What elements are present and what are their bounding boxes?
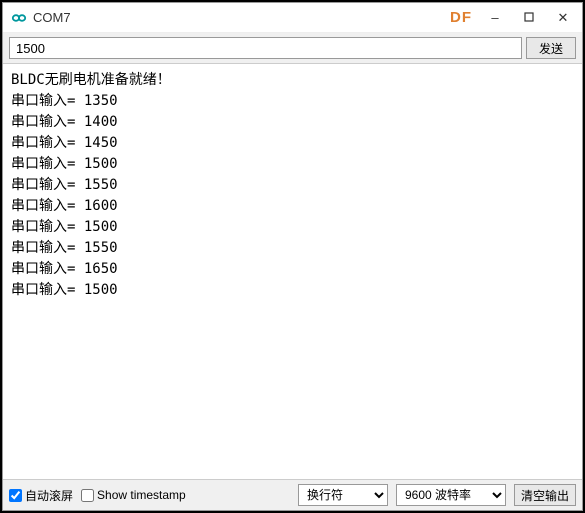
window-controls: – ✕ [478,5,580,31]
autoscroll-checkbox-wrap[interactable]: 自动滚屏 [9,487,73,504]
output-line: 串口输入= 1500 [11,217,574,238]
output-line: 串口输入= 1650 [11,259,574,280]
clear-output-button[interactable]: 清空输出 [514,484,576,506]
watermark: DF [450,9,472,26]
autoscroll-label: 自动滚屏 [25,487,73,504]
output-line: 串口输入= 1600 [11,196,574,217]
output-header-line: BLDC无刷电机准备就绪！ [11,70,574,91]
line-ending-select[interactable]: 换行符 [298,484,388,506]
maximize-icon [524,10,534,25]
bottom-bar: 自动滚屏 Show timestamp 换行符 9600 波特率 清空输出 [3,480,582,510]
close-icon: ✕ [558,10,569,26]
titlebar: COM7 DF – ✕ [3,3,582,33]
output-line: 串口输入= 1500 [11,280,574,301]
send-button[interactable]: 发送 [526,37,576,59]
timestamp-checkbox-wrap[interactable]: Show timestamp [81,488,186,502]
serial-input[interactable] [9,37,522,59]
autoscroll-checkbox[interactable] [9,489,22,502]
arduino-icon [11,10,27,26]
output-line: 串口输入= 1450 [11,133,574,154]
output-line: 串口输入= 1550 [11,175,574,196]
serial-monitor-window: COM7 DF – ✕ 发送 BLDC无刷电机准备就绪！ 串口输入= 1350串… [2,2,583,511]
timestamp-label: Show timestamp [97,488,186,502]
output-line: 串口输入= 1550 [11,238,574,259]
output-area[interactable]: BLDC无刷电机准备就绪！ 串口输入= 1350串口输入= 1400串口输入= … [3,64,582,480]
window-title: COM7 [33,10,450,25]
close-button[interactable]: ✕ [546,5,580,31]
maximize-button[interactable] [512,5,546,31]
minimize-button[interactable]: – [478,5,512,31]
baud-rate-select[interactable]: 9600 波特率 [396,484,506,506]
timestamp-checkbox[interactable] [81,489,94,502]
input-row: 发送 [3,33,582,64]
output-line: 串口输入= 1350 [11,91,574,112]
output-line: 串口输入= 1400 [11,112,574,133]
minimize-icon: – [491,10,498,25]
output-line: 串口输入= 1500 [11,154,574,175]
